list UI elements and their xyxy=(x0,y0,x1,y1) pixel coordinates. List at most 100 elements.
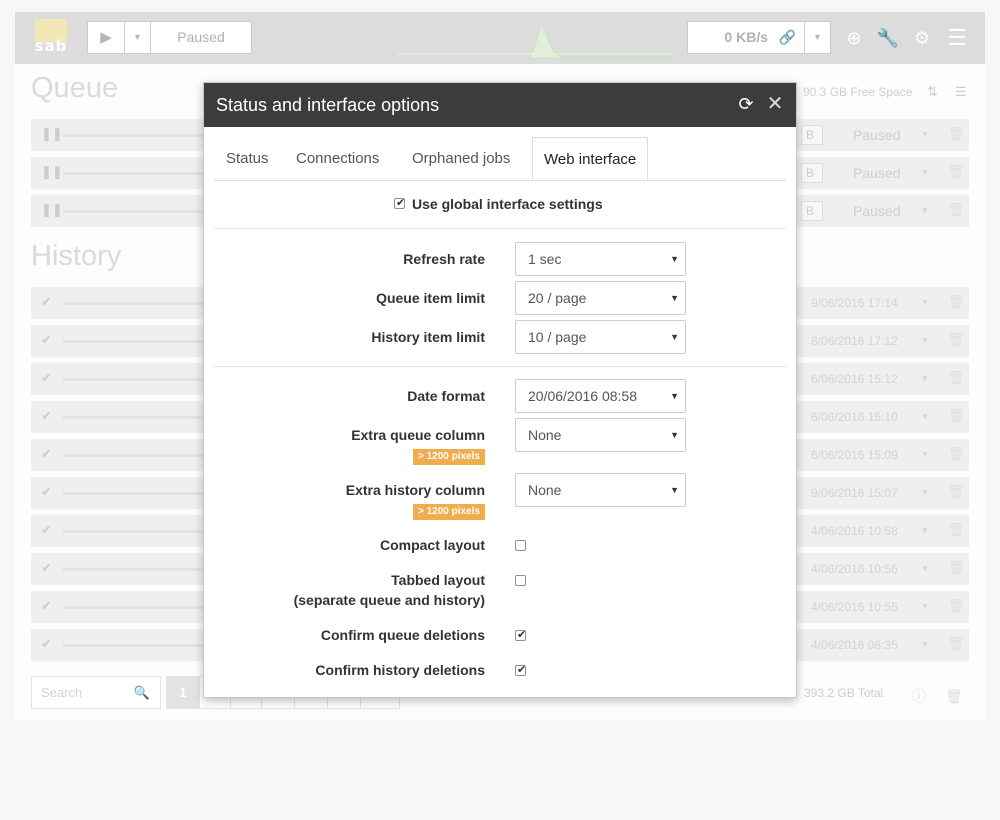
speed-limit-dropdown[interactable]: ▼ xyxy=(805,21,831,54)
date-format-select[interactable]: 20/06/2016 08:58 ▼ xyxy=(515,379,686,413)
caret-down-icon[interactable]: ▼ xyxy=(921,412,929,421)
caret-down-icon[interactable]: ▼ xyxy=(921,206,929,215)
check-icon: ✔ xyxy=(41,522,52,537)
confirm-queue-checkbox[interactable] xyxy=(515,628,526,641)
hamburger-menu-icon[interactable]: ☰ xyxy=(945,26,969,50)
trash-icon[interactable]: 🗑 xyxy=(948,370,965,386)
check-icon: ✔ xyxy=(41,332,52,347)
trash-icon[interactable]: 🗑 xyxy=(948,202,965,218)
refresh-rate-value: 1 sec xyxy=(528,251,562,267)
completed-date: 4/06/2016 10:58 xyxy=(811,524,898,538)
caret-down-icon[interactable]: ▼ xyxy=(921,298,929,307)
job-name-blurred xyxy=(63,568,203,571)
global-settings-checkbox[interactable] xyxy=(394,196,405,209)
trash-icon[interactable]: 🗑 xyxy=(948,446,965,462)
plus-circle-icon[interactable]: ⊕ xyxy=(842,26,866,50)
trash-icon[interactable]: 🗑 xyxy=(948,126,965,142)
tab-connections[interactable]: Connections xyxy=(285,137,390,180)
wrench-icon[interactable]: 🔧 xyxy=(876,26,900,50)
compact-layout-label: Compact layout xyxy=(379,537,485,553)
modal-title: Status and interface options xyxy=(216,95,440,115)
tab-web-interface[interactable]: Web interface xyxy=(532,137,649,180)
pause-icon[interactable]: ❚❚ xyxy=(41,126,63,142)
sabnzbd-logo[interactable]: sab xyxy=(33,19,69,57)
speed-value: 0 KB/s xyxy=(724,29,768,45)
trash-icon[interactable]: 🗑 xyxy=(948,332,965,348)
pause-duration-dropdown[interactable]: ▼ xyxy=(125,21,151,54)
extra-queue-value: None xyxy=(528,427,562,443)
job-name-blurred xyxy=(63,210,203,213)
speed-limit-box[interactable]: 0 KB/s 🔗 xyxy=(687,21,805,54)
page-button[interactable]: 1 xyxy=(166,676,200,709)
caret-down-icon[interactable]: ▼ xyxy=(921,640,929,649)
completed-date: 4/06/2016 10:55 xyxy=(811,600,898,614)
job-name-blurred xyxy=(63,302,203,305)
extra-history-select[interactable]: None ▼ xyxy=(515,473,686,507)
free-space-label: 90.3 GB Free Space xyxy=(803,85,913,99)
search-input[interactable]: Search 🔍 xyxy=(31,676,161,709)
caret-down-icon[interactable]: ▼ xyxy=(921,602,929,611)
trash-icon[interactable]: 🗑 xyxy=(940,682,968,710)
caret-down-icon: ▼ xyxy=(813,32,822,42)
caret-down-icon[interactable]: ▼ xyxy=(921,526,929,535)
modal-header: Status and interface options ⟳ ✕ xyxy=(204,83,796,127)
job-status: Paused xyxy=(853,165,901,181)
compact-layout-checkbox[interactable] xyxy=(515,540,526,551)
gear-icon[interactable]: ⚙ xyxy=(910,26,934,50)
link-icon: 🔗 xyxy=(778,29,796,45)
caret-down-icon[interactable]: ▼ xyxy=(921,374,929,383)
trash-icon[interactable]: 🗑 xyxy=(948,598,965,614)
tab-status[interactable]: Status xyxy=(215,137,280,180)
caret-down-icon: ▼ xyxy=(670,430,679,440)
refresh-rate-select[interactable]: 1 sec ▼ xyxy=(515,242,686,276)
sort-icon[interactable]: ⇅ xyxy=(927,84,938,100)
pause-icon[interactable]: ❚❚ xyxy=(41,164,63,180)
global-settings-label: Use global interface settings xyxy=(412,196,603,212)
refresh-rate-label: Refresh rate xyxy=(403,251,485,267)
caret-down-icon[interactable]: ▼ xyxy=(921,450,929,459)
caret-down-icon[interactable]: ▼ xyxy=(921,168,929,177)
completed-date: 6/06/2016 15:12 xyxy=(811,372,898,386)
queue-limit-select[interactable]: 20 / page ▼ xyxy=(515,281,686,315)
tabbed-layout-sublabel: (separate queue and history) xyxy=(293,592,485,608)
trash-icon[interactable]: 🗑 xyxy=(948,522,965,538)
trash-icon[interactable]: 🗑 xyxy=(948,484,965,500)
job-name-blurred xyxy=(63,644,203,647)
completed-date: 6/06/2016 15:10 xyxy=(811,410,898,424)
trash-icon[interactable]: 🗑 xyxy=(948,408,965,424)
refresh-icon[interactable]: ⟳ xyxy=(735,93,757,115)
extra-queue-select[interactable]: None ▼ xyxy=(515,418,686,452)
trash-icon[interactable]: 🗑 xyxy=(948,164,965,180)
trash-icon[interactable]: 🗑 xyxy=(948,294,965,310)
caret-down-icon: ▼ xyxy=(670,391,679,401)
date-format-label: Date format xyxy=(407,388,485,404)
info-icon[interactable]: ⓘ xyxy=(905,682,933,710)
caret-down-icon[interactable]: ▼ xyxy=(921,488,929,497)
size-tag: B xyxy=(801,201,823,221)
pause-icon[interactable]: ❚❚ xyxy=(41,202,63,218)
job-name-blurred xyxy=(63,606,203,609)
list-options-icon[interactable]: ☰ xyxy=(955,84,967,100)
caret-down-icon: ▼ xyxy=(670,254,679,264)
caret-down-icon[interactable]: ▼ xyxy=(921,130,929,139)
caret-down-icon: ▼ xyxy=(670,293,679,303)
search-icon: 🔍 xyxy=(133,685,150,700)
caret-down-icon[interactable]: ▼ xyxy=(921,564,929,573)
tabbed-layout-checkbox[interactable] xyxy=(515,575,526,586)
divider xyxy=(214,366,786,367)
completed-date: 9/06/2016 17:14 xyxy=(811,296,898,310)
trash-icon[interactable]: 🗑 xyxy=(948,636,965,652)
history-limit-select[interactable]: 10 / page ▼ xyxy=(515,320,686,354)
job-name-blurred xyxy=(63,492,203,495)
caret-down-icon[interactable]: ▼ xyxy=(921,336,929,345)
extra-history-label: Extra history column xyxy=(345,482,485,498)
play-button[interactable]: ▶ xyxy=(87,21,125,54)
confirm-history-checkbox[interactable] xyxy=(515,663,526,676)
check-icon: ✔ xyxy=(41,446,52,461)
completed-date: 8/06/2016 17:12 xyxy=(811,334,898,348)
trash-icon[interactable]: 🗑 xyxy=(948,560,965,576)
job-name-blurred xyxy=(63,530,203,533)
close-icon[interactable]: ✕ xyxy=(764,93,786,115)
tab-orphaned-jobs[interactable]: Orphaned jobs xyxy=(401,137,521,180)
size-tag: B xyxy=(801,125,823,145)
